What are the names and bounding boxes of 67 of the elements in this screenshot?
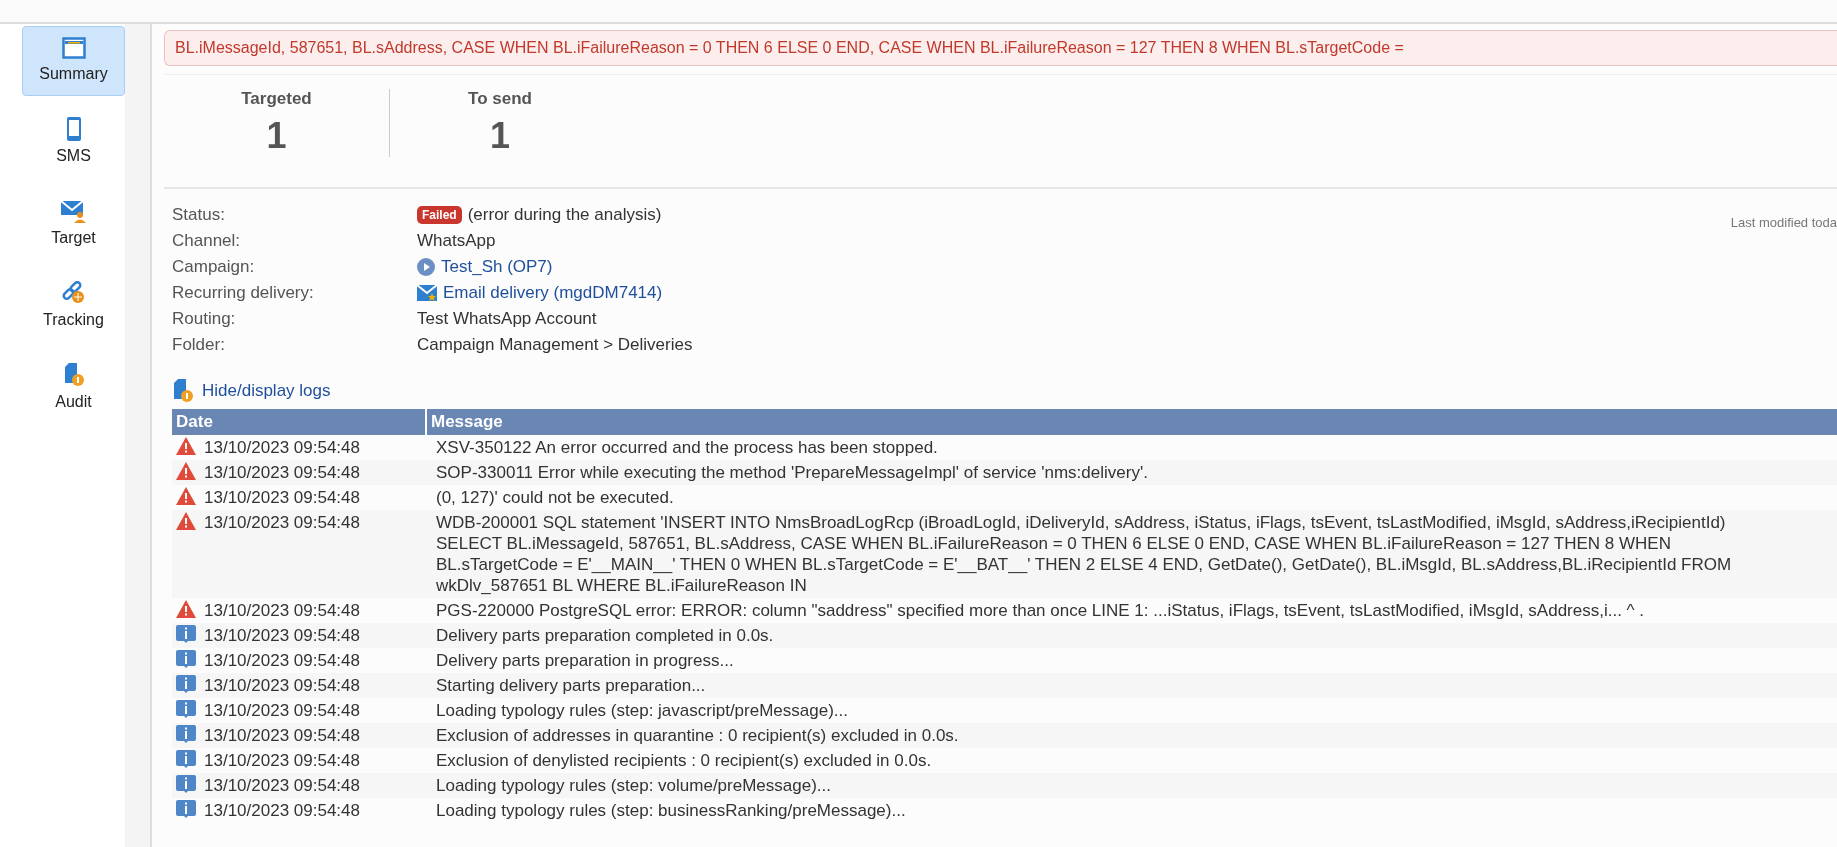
message-cell: Loading typology rules (step: javascript/preMessage)... [436,700,848,721]
message-cell: Delivery parts preparation completed in 0.0s. [436,625,774,646]
date-cell: 13/10/2023 09:54:48 [204,462,360,483]
column-header[interactable]: Message [426,409,1837,435]
message-cell: Exclusion of denylisted recipients : 0 recipient(s) excluded in 0.0s. [436,750,932,771]
stat-label: To send [468,89,532,109]
info-icon [176,700,196,718]
status-badge: Failed [417,206,462,224]
message-cell: (0, 127)' could not be executed. [436,487,674,508]
date-cell: 13/10/2023 09:54:48 [204,750,360,771]
field-label: Folder: [172,335,226,355]
link-globe-icon [61,281,86,305]
sidebar-item[interactable]: Summary [22,26,125,96]
audit-icon [62,363,85,387]
field-value: (error during the analysis) [467,205,662,225]
date-cell: 13/10/2023 09:54:48 [204,512,360,533]
date-cell: 13/10/2023 09:54:48 [204,675,360,696]
warning-icon [176,487,196,505]
date-cell: 13/10/2023 09:54:48 [204,600,360,621]
message-cell: Starting delivery parts preparation... [436,675,706,696]
error-banner: BL.iMessageId, 587651, BL.sAddress, CASE WHEN BL.iFailureReason = 0 THEN 6 ELSE 0 END, CASE WHEN BL.iFailureReason = 127 THEN 8 WHEN BL.sTargetCode = [164,30,1837,66]
sidebar-item[interactable]: Target [22,188,125,260]
window-icon [61,37,86,59]
sidebar-item[interactable]: Audit [22,352,125,424]
last-modified-text: Last modified toda [1730,214,1837,232]
warning-icon [176,600,196,618]
date-cell: 13/10/2023 09:54:48 [204,775,360,796]
message-cell: Loading typology rules (step: businessRanking/preMessage)... [436,800,906,821]
info-icon [176,800,196,818]
sidebar-item[interactable]: Tracking [22,270,125,342]
toggle-logs-link[interactable]: Hide/display logs [202,381,331,401]
date-cell: 13/10/2023 09:54:48 [204,650,360,671]
field-value: Campaign Management > Deliveries [417,335,694,355]
message-cell: Delivery parts preparation in progress... [436,650,734,671]
message-cell: PGS-220000 PostgreSQL error: ERROR: column "saddress" specified more than once LINE 1: ...iStatus, iFlags, tsEvent, tsLastModified, iMsgId, sAddress,i... ^ . [436,600,1645,621]
envelope-person-icon [60,199,87,223]
message-cell-text: WDB-200001 SQL statement 'INSERT INTO NmsBroadLogRcp (iBroadLogId, iDeliveryId, sAddress, iStatus, iFlags, tsEvent, tsLastModified, iMsgId, sAddress,iRecipientId) SELECT BL.iMessageId, 587651, BL.sAddress, CASE WHEN BL.iFailureReason = 0 THEN 6 ELSE 0 END, CASE WHEN BL.iFailureReason = 127 THEN 8 WHEN BL.sTargetCode = E'__MAIN__' THEN 0 WHEN BL.sTargetCode = E'__BAT__' THEN 2 ELSE 4 END, GetDate(), GetDate(), BL.iMsgId, BL.sAddress,BL.iRecipientId FROM wkDlv_587651 BL WHERE BL.iFailureReason IN [436,512,1733,596]
date-cell: 13/10/2023 09:54:48 [204,625,360,646]
date-cell: 13/10/2023 09:54:48 [204,437,360,458]
field-label: Channel: [172,231,242,251]
field-value: Test WhatsApp Account [417,309,598,329]
date-cell: 13/10/2023 09:54:48 [204,725,360,746]
stat-value: 1 [266,115,287,157]
sidebar-item[interactable]: SMS [22,106,125,178]
message-cell: SOP-330011 Error while executing the method 'PrepareMessageImpl' of service 'nms:delivery'. [436,462,1148,483]
stat-label: Targeted [241,89,312,109]
warning-icon [176,437,196,455]
stat-value: 1 [490,115,510,157]
play-icon [417,258,435,276]
campaign-link[interactable]: Test_Sh (OP7) [441,257,553,277]
column-header[interactable]: Date [172,409,426,435]
message-cell: XSV-350122 An error occurred and the process has been stopped. [436,437,938,458]
phone-icon [66,117,81,141]
info-icon [176,750,196,768]
delivery-link[interactable]: Email delivery (mgdDM7414) [443,283,663,303]
message-cell: Loading typology rules (step: volume/preMessage)... [436,775,831,796]
field-label: Status: [172,205,226,225]
field-label: Campaign: [172,257,256,277]
date-cell: 13/10/2023 09:54:48 [204,487,360,508]
field-label: Routing: [172,309,237,329]
date-cell: 13/10/2023 09:54:48 [204,800,360,821]
date-cell: 13/10/2023 09:54:48 [204,700,360,721]
log-icon [172,379,194,403]
info-icon [176,650,196,668]
message-cell: Exclusion of addresses in quarantine : 0 recipient(s) excluded in 0.0s. [436,725,959,746]
field-value: WhatsApp [417,231,497,251]
field-label: Recurring delivery: [172,283,315,303]
